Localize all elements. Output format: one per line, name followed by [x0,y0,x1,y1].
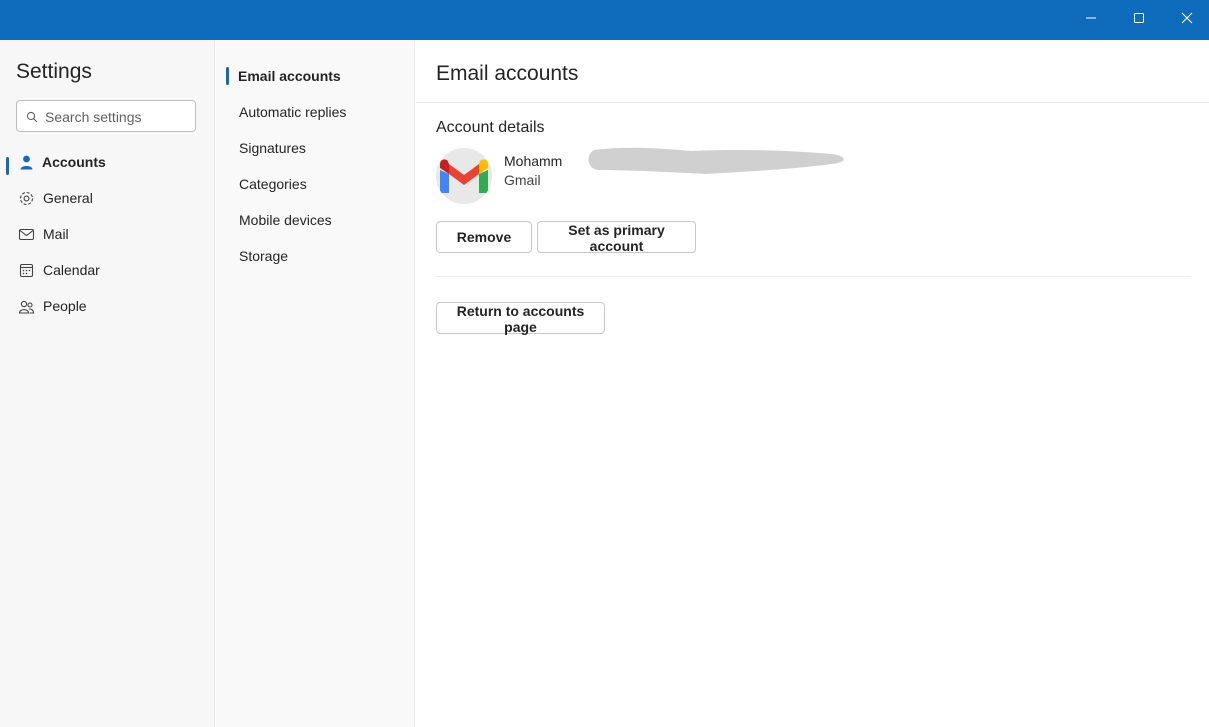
subnav-item-automatic-replies[interactable]: Automatic replies [216,94,414,130]
subnav-item-storage[interactable]: Storage [216,238,414,274]
calendar-icon [19,263,34,278]
gmail-icon [440,159,488,193]
subnav-item-categories[interactable]: Categories [216,166,414,202]
close-button[interactable] [1163,0,1209,36]
mail-icon [18,228,35,241]
maximize-button[interactable] [1115,0,1163,36]
sidebar-item-accounts[interactable]: Accounts [0,144,214,180]
subnav-item-label: Storage [239,248,289,264]
search-input[interactable] [45,107,190,127]
close-icon [1181,12,1193,24]
account-name: Mohamm [504,153,563,169]
sidebar-item-label: Accounts [42,154,106,170]
main-panel: Email accounts Account details Mohamm Gm… [416,40,1209,727]
subnav-item-label: Email accounts [238,68,341,84]
maximize-icon [1134,13,1144,23]
search-box[interactable] [16,100,196,132]
settings-title: Settings [16,60,92,83]
sidebar-item-people[interactable]: People [0,288,214,324]
avatar [436,148,492,204]
people-icon [18,300,35,314]
sidebar-item-label: Calendar [43,262,100,278]
set-primary-account-button[interactable]: Set as primary account [537,221,696,254]
title-bar [0,0,1209,40]
redaction-overlay [588,147,844,174]
minimize-icon [1086,17,1096,19]
sidebar-item-label: Mail [43,226,69,242]
subnav-item-signatures[interactable]: Signatures [216,130,414,166]
selection-indicator [226,67,229,85]
subnav-item-label: Automatic replies [239,104,347,120]
subnav-item-label: Mobile devices [239,212,332,228]
gear-icon [19,191,34,206]
divider [436,276,1191,277]
person-icon [20,155,33,170]
return-to-accounts-button[interactable]: Return to accounts page [436,302,605,335]
sidebar-item-calendar[interactable]: Calendar [0,252,214,288]
page-title: Email accounts [436,62,579,85]
section-title: Account details [436,119,545,136]
subnav-item-label: Signatures [239,140,306,156]
sidebar-item-label: General [43,190,93,206]
accounts-subnav: Email accounts Automatic replies Signatu… [216,40,415,727]
search-icon [26,111,38,123]
subnav-item-email-accounts[interactable]: Email accounts [216,58,414,94]
selection-indicator [6,157,9,175]
remove-button[interactable]: Remove [436,221,532,253]
account-type: Gmail [504,172,541,188]
sidebar-item-general[interactable]: General [0,180,214,216]
subnav-item-label: Categories [239,176,307,192]
sidebar-item-label: People [43,298,87,314]
minimize-button[interactable] [1067,0,1115,36]
divider [416,102,1209,103]
subnav-item-mobile-devices[interactable]: Mobile devices [216,202,414,238]
sidebar-item-mail[interactable]: Mail [0,216,214,252]
settings-sidebar: Settings Accounts General Mail Calendar … [0,40,215,727]
